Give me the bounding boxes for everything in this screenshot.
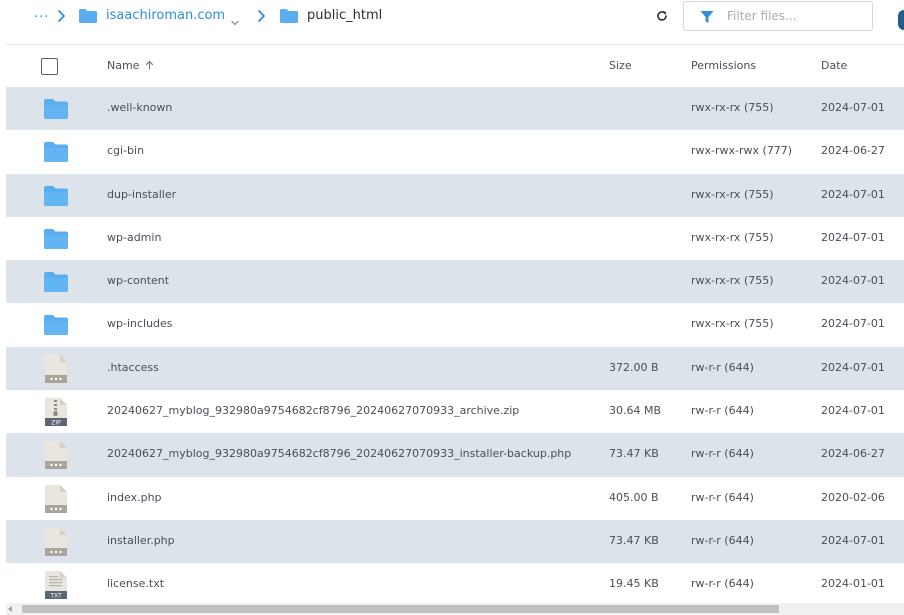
- svg-text:ZIP: ZIP: [51, 420, 61, 427]
- folder-icon: [43, 96, 69, 122]
- file-permissions: rw-r-r (644): [691, 533, 754, 547]
- file-name[interactable]: index.php: [107, 491, 162, 504]
- file-name[interactable]: wp-includes: [107, 317, 173, 330]
- filter-field[interactable]: [683, 1, 873, 31]
- breadcrumb-bar: ... isaachiroman.com public_html: [0, 0, 904, 43]
- file-size: 405.00 B: [609, 490, 659, 504]
- table-row[interactable]: wp-admin rwx-rx-rx (755) 2024-07-01: [6, 216, 904, 261]
- file-permissions: rw-r-r (644): [691, 360, 754, 374]
- table-row[interactable]: .htaccess 372.00 B rw-r-r (644) 2024-07-01: [6, 346, 904, 391]
- folder-icon: [43, 226, 69, 252]
- file-size: 19.45 KB: [609, 577, 659, 591]
- filter-input[interactable]: [727, 7, 867, 25]
- table-row[interactable]: ZIP 20240627_myblog_932980a9754682cf8796_…: [6, 390, 904, 434]
- table-body: .well-known rwx-rx-rx (755) 2024-07-01 cgi-…: [6, 87, 904, 607]
- horizontal-scrollbar[interactable]: [6, 603, 904, 615]
- refresh-icon[interactable]: [655, 8, 669, 22]
- file-permissions: rw-r-r (644): [691, 577, 754, 591]
- file-size: 73.47 KB: [609, 447, 659, 461]
- table-row[interactable]: TXT license.txt 19.45 KB rw-r-r (644) 2024-0…: [6, 563, 904, 607]
- breadcrumb-item-current: public_html: [307, 8, 383, 23]
- svg-text:TXT: TXT: [49, 593, 62, 600]
- file-permissions: rwx-rx-rx (755): [691, 317, 774, 331]
- table-row[interactable]: 20240627_myblog_932980a9754682cf8796_202…: [6, 433, 904, 477]
- partial-avatar: [898, 10, 904, 30]
- file-permissions: rwx-rwx-rwx (777): [691, 144, 793, 158]
- file-size: 73.47 KB: [609, 533, 659, 547]
- file-permissions: rwx-rx-rx (755): [691, 274, 774, 288]
- file-date: 2024-07-01: [821, 404, 885, 418]
- file-date: 2024-07-01: [821, 230, 885, 244]
- file-name[interactable]: dup-installer: [107, 188, 176, 201]
- column-header-name[interactable]: Name: [107, 59, 154, 72]
- breadcrumb-ellipsis[interactable]: ...: [34, 6, 49, 21]
- chevron-right-icon: [56, 9, 68, 23]
- file-date: 2024-07-01: [821, 533, 885, 547]
- file-permissions: rwx-rx-rx (755): [691, 230, 774, 244]
- file-date: 2024-07-01: [821, 187, 885, 201]
- table-header: Name Size Permissions Date: [6, 44, 904, 87]
- file-name[interactable]: wp-admin: [107, 231, 161, 244]
- file-name[interactable]: wp-content: [107, 274, 169, 287]
- file-date: 2024-07-01: [821, 274, 885, 288]
- folder-icon: [43, 183, 69, 209]
- file-name[interactable]: .htaccess: [107, 361, 159, 374]
- folder-icon: [279, 8, 299, 24]
- text-file-icon: TXT: [43, 570, 69, 600]
- file-date: 2024-06-27: [821, 447, 885, 461]
- column-header-size[interactable]: Size: [609, 59, 632, 72]
- column-header-name-label: Name: [107, 59, 140, 72]
- column-header-date[interactable]: Date: [821, 59, 847, 72]
- filter-icon: [700, 9, 714, 23]
- file-permissions: rwx-rx-rx (755): [691, 187, 774, 201]
- file-date: 2024-07-01: [821, 101, 885, 114]
- file-table: Name Size Permissions Date .well-known rw…: [6, 44, 904, 607]
- scrollbar-thumb[interactable]: [22, 605, 779, 613]
- file-name[interactable]: 20240627_myblog_932980a9754682cf8796_202…: [107, 404, 519, 417]
- file-name[interactable]: 20240627_myblog_932980a9754682cf8796_202…: [107, 447, 571, 460]
- table-row[interactable]: dup-installer rwx-rx-rx (755) 2024-07-01: [6, 173, 904, 217]
- table-row[interactable]: cgi-bin rwx-rwx-rwx (777) 2024-06-27: [6, 130, 904, 174]
- folder-icon: [78, 8, 98, 24]
- file-date: 2024-07-01: [821, 360, 885, 374]
- file-permissions: rwx-rx-rx (755): [691, 101, 774, 114]
- table-row[interactable]: index.php 405.00 B rw-r-r (644) 2020-02-06: [6, 476, 904, 520]
- file-permissions: rw-r-r (644): [691, 447, 754, 461]
- zip-file-icon: ZIP: [43, 397, 69, 427]
- arrow-up-icon: [145, 60, 154, 70]
- scroll-left-arrow-icon[interactable]: [8, 606, 12, 612]
- folder-icon: [43, 269, 69, 295]
- file-icon: [43, 440, 69, 470]
- file-name[interactable]: cgi-bin: [107, 144, 144, 157]
- chevron-right-icon: [256, 9, 268, 23]
- table-row[interactable]: .well-known rwx-rx-rx (755) 2024-07-01: [6, 87, 904, 131]
- file-icon: [43, 527, 69, 556]
- folder-icon: [43, 139, 69, 165]
- table-row[interactable]: wp-content rwx-rx-rx (755) 2024-07-01: [6, 260, 904, 304]
- file-date: 2024-07-01: [821, 317, 885, 331]
- file-date: 2024-06-27: [821, 144, 885, 158]
- file-icon: [43, 484, 69, 513]
- file-name[interactable]: .well-known: [107, 101, 172, 114]
- folder-icon: [43, 312, 69, 338]
- column-header-permissions[interactable]: Permissions: [691, 59, 756, 72]
- file-size: 30.64 MB: [609, 404, 662, 418]
- file-name[interactable]: installer.php: [107, 534, 175, 547]
- file-icon: [43, 354, 69, 383]
- chevron-down-icon[interactable]: [231, 12, 239, 26]
- select-all-checkbox[interactable]: [41, 58, 58, 75]
- table-row[interactable]: installer.php 73.47 KB rw-r-r (644) 2024-07…: [6, 519, 904, 564]
- file-permissions: rw-r-r (644): [691, 404, 754, 418]
- file-permissions: rw-r-r (644): [691, 490, 754, 504]
- file-date: 2020-02-06: [821, 490, 885, 504]
- file-size: 372.00 B: [609, 360, 659, 374]
- table-row[interactable]: wp-includes rwx-rx-rx (755) 2024-07-01: [6, 303, 904, 347]
- file-name[interactable]: license.txt: [107, 577, 164, 590]
- file-date: 2024-01-01: [821, 577, 885, 591]
- breadcrumb-item-domain[interactable]: isaachiroman.com: [106, 8, 225, 23]
